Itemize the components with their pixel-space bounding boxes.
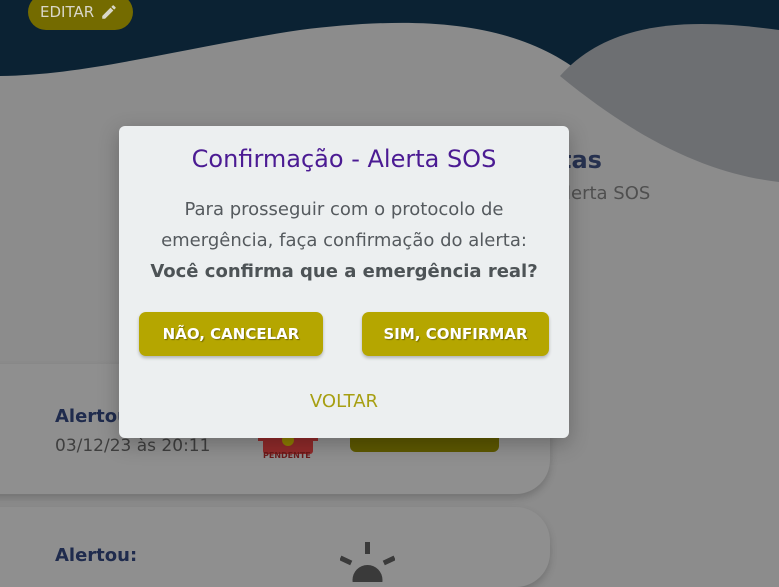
- alert-card[interactable]: Alertou:: [0, 507, 550, 587]
- cancel-button[interactable]: NÃO, CANCELAR: [139, 312, 323, 356]
- dialog-question: Você confirma que a emergência real?: [150, 261, 538, 282]
- edit-label: EDITAR: [40, 3, 95, 21]
- sun-icon: [340, 542, 395, 582]
- confirmation-dialog: Confirmação - Alerta SOS Para prosseguir…: [119, 126, 569, 438]
- dialog-message-line1: Para prosseguir com o protocolo de: [184, 199, 504, 220]
- confirm-button[interactable]: SIM, CONFIRMAR: [362, 312, 549, 356]
- edit-button[interactable]: EDITAR: [28, 0, 133, 30]
- alert-card-label: Alertou:: [55, 545, 138, 566]
- back-link[interactable]: VOLTAR: [119, 391, 569, 412]
- alert-card-date: 03/12/23 às 20:11: [55, 436, 211, 456]
- dialog-message-line2: emergência, faça confirmação do alerta:: [161, 230, 527, 251]
- pending-status-text: PENDENTE: [263, 451, 311, 460]
- pencil-icon: [102, 5, 116, 19]
- dialog-title: Confirmação - Alerta SOS: [191, 145, 497, 173]
- background-subtitle: lerta SOS: [566, 183, 651, 204]
